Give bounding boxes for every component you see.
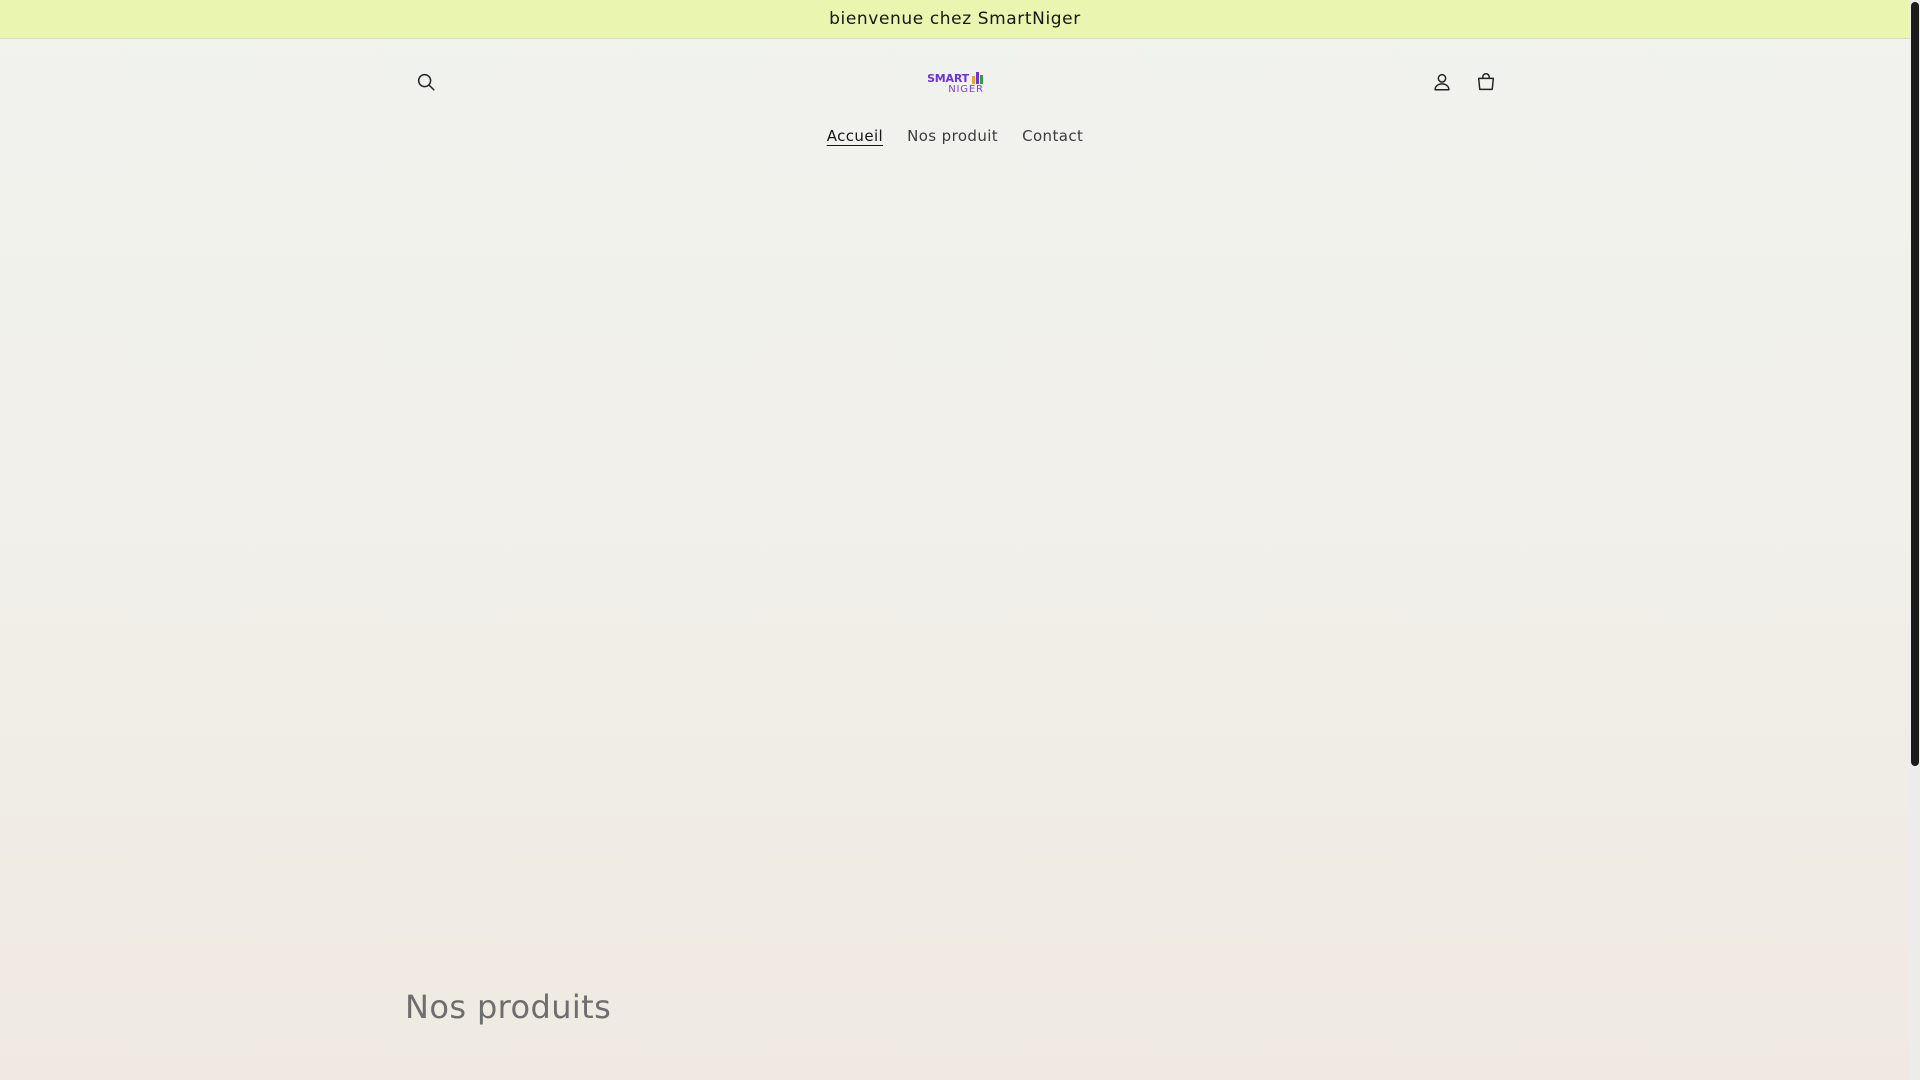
site-header: SMART NIGER Accueil Nos produit Contact	[0, 40, 1910, 164]
hero-banner	[0, 164, 1910, 944]
announcement-bar: bienvenue chez SmartNiger	[0, 0, 1910, 39]
search-button[interactable]	[406, 62, 446, 102]
scrollbar-thumb[interactable]	[1911, 2, 1919, 766]
logo-mark-icon	[971, 71, 983, 84]
logo-text-niger: NIGER	[948, 83, 984, 95]
cart-icon	[1477, 73, 1495, 91]
nav-item-nos-produit[interactable]: Nos produit	[895, 118, 1010, 154]
nav-item-contact[interactable]: Contact	[1010, 118, 1095, 154]
announcement-text: bienvenue chez SmartNiger	[829, 9, 1081, 29]
nav-item-accueil[interactable]: Accueil	[815, 118, 895, 154]
search-icon	[417, 73, 435, 91]
account-icon	[1434, 73, 1450, 91]
main-navigation: Accueil Nos produit Contact	[0, 118, 1910, 154]
cart-button[interactable]	[1466, 62, 1506, 102]
page-scrollbar[interactable]	[1910, 0, 1920, 1080]
account-button[interactable]	[1422, 62, 1462, 102]
site-logo[interactable]: SMART NIGER	[918, 64, 992, 102]
products-section-title: Nos produits	[405, 988, 612, 1026]
logo-text-smart: SMART	[927, 71, 969, 85]
page: bienvenue chez SmartNiger SMART NIGER Ac…	[0, 0, 1910, 1080]
